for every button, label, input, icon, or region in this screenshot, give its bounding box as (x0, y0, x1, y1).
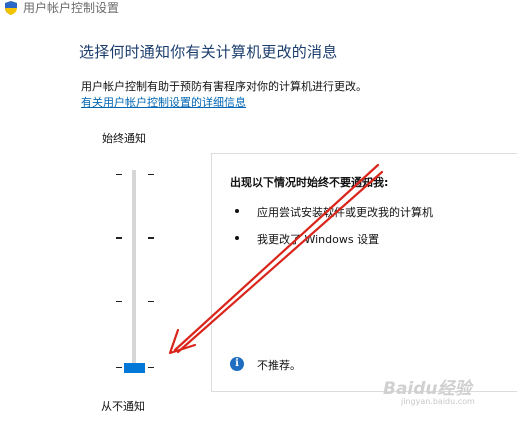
slider-bottom-label: 从不通知 (101, 400, 145, 413)
page-description: 用户帐户控制有助于预防有害程序对你的计算机进行更改。 (81, 80, 367, 93)
slider-top-label: 始终通知 (102, 132, 146, 145)
panel-title: 出现以下情况时始终不要通知我: (230, 176, 389, 189)
watermark-text: Baidu经验 (383, 379, 472, 399)
slider-tick (148, 237, 154, 239)
slider-tick (116, 237, 122, 239)
window-title: 用户帐户控制设置 (23, 1, 120, 15)
shield-icon (5, 1, 17, 15)
panel-info-text: 不推荐。 (257, 359, 301, 372)
uac-details-link[interactable]: 有关用户帐户控制设置的详细信息 (81, 94, 246, 110)
panel-bullet-item: 我更改了 Windows 设置 (257, 233, 380, 246)
slider-tick (116, 301, 122, 302)
page-heading: 选择何时通知你有关计算机更改的消息 (79, 43, 338, 61)
slider-tick (148, 301, 154, 302)
bullet-dot (235, 236, 239, 240)
bullet-dot (235, 209, 239, 213)
slider-tick (116, 174, 122, 175)
slider-track[interactable] (132, 170, 136, 372)
panel-bullet-item: 应用尝试安装软件或更改我的计算机 (257, 206, 433, 219)
slider-tick (148, 174, 154, 175)
slider-tick (148, 367, 154, 368)
annotation-arrow-head (168, 328, 197, 355)
info-icon: i (230, 357, 244, 371)
slider-thumb[interactable] (124, 363, 145, 373)
title-bar: 用户帐户控制设置 (0, 0, 517, 18)
watermark-url: jingyan.baidu.com (401, 397, 475, 406)
slider-tick (116, 367, 122, 368)
watermark-logo: Baidu经验 jingyan.baidu.com (383, 372, 511, 412)
